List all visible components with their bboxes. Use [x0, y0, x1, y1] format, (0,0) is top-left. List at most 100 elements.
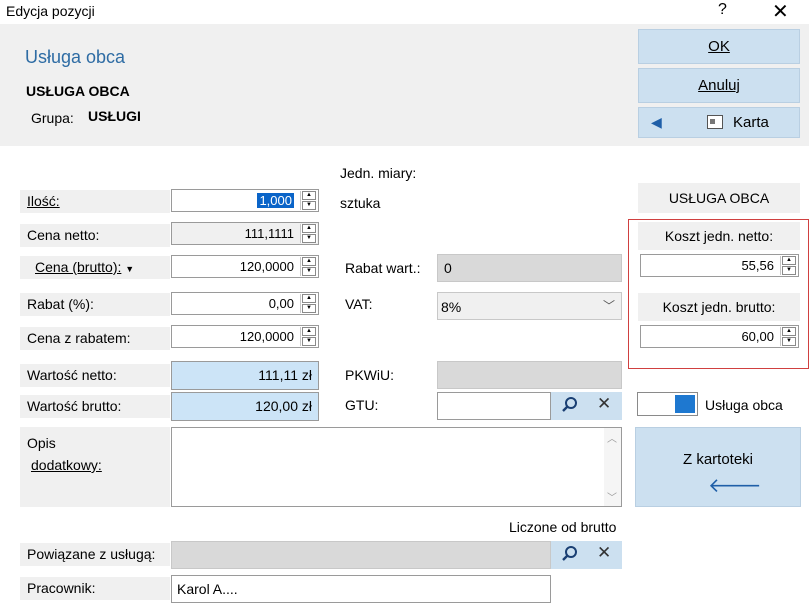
spin-up-icon[interactable]: ▲	[782, 327, 796, 336]
vat-label: VAT:	[345, 296, 373, 312]
quantity-label-text: Ilość:	[27, 193, 60, 209]
net-unit-cost-input[interactable]: 55,56 ▲ ▼	[640, 254, 799, 277]
employee-field[interactable]: Karol A....	[171, 575, 551, 603]
description-label-1: Opis	[27, 435, 56, 451]
gross-value-label: Wartość brutto:	[20, 395, 170, 418]
gtu-actions: ✕	[551, 392, 622, 420]
net-unit-cost-label: Koszt jedn. netto:	[638, 222, 800, 250]
ok-button-label: OK	[708, 38, 730, 55]
pkwiu-field	[437, 361, 622, 389]
linked-service-label: Powiązane z usługą:	[20, 543, 170, 566]
spin-down-icon[interactable]: ▼	[782, 337, 796, 346]
gross-value-value: 120,00 zł	[255, 398, 312, 414]
search-icon[interactable]	[561, 545, 579, 566]
spin-down-icon[interactable]: ▼	[302, 201, 316, 210]
net-price-label: Cena netto:	[20, 224, 170, 247]
unit-value: sztuka	[340, 195, 381, 211]
spin-up-icon[interactable]: ▲	[302, 294, 316, 303]
quantity-label: Ilość:	[20, 190, 170, 213]
cost-heading: USŁUGA OBCA	[638, 183, 800, 213]
clear-icon[interactable]: ✕	[597, 394, 611, 414]
toggle-knob	[675, 395, 695, 413]
spin-up-icon[interactable]: ▲	[302, 224, 316, 233]
quantity-input[interactable]: 1,000 ▲ ▼	[171, 189, 319, 212]
help-button[interactable]: ?	[718, 1, 727, 19]
linked-service-field	[171, 541, 551, 569]
employee-label: Pracownik:	[20, 577, 170, 600]
vat-select[interactable]: 8% ﹀	[437, 292, 622, 320]
card-button-label: Karta	[733, 114, 769, 131]
gross-price-label: Cena (brutto):	[35, 259, 122, 275]
spin-down-icon[interactable]: ▼	[302, 267, 316, 276]
scroll-down-icon[interactable]: ﹀	[607, 489, 617, 504]
gross-price-input[interactable]: 120,0000 ▲ ▼	[171, 255, 319, 278]
price-after-discount-value: 120,0000	[239, 329, 294, 344]
spin-down-icon[interactable]: ▼	[782, 266, 796, 275]
employee-value: Karol A....	[177, 581, 238, 597]
arrow-left-icon: ◀	[651, 114, 662, 130]
card-button[interactable]: ◀ Karta	[638, 107, 800, 138]
price-after-discount-label: Cena z rabatem:	[20, 327, 170, 350]
gtu-label: GTU:	[345, 397, 379, 413]
search-icon[interactable]	[561, 396, 579, 417]
spin-up-icon[interactable]: ▲	[302, 327, 316, 336]
quantity-value: 1,000	[257, 193, 294, 208]
gross-unit-cost-spinner[interactable]: ▲ ▼	[780, 327, 797, 346]
net-price-spinner[interactable]: ▲ ▼	[300, 224, 317, 243]
vat-value: 8%	[441, 299, 462, 315]
net-price-input[interactable]: 111,1111 ▲ ▼	[171, 222, 319, 245]
price-after-discount-spinner[interactable]: ▲ ▼	[300, 327, 317, 346]
scroll-up-icon[interactable]: ︿	[607, 430, 617, 445]
description-scrollbar[interactable]: ︿ ﹀	[604, 428, 621, 506]
gtu-input[interactable]	[437, 392, 551, 420]
discount-value-text: 0	[444, 260, 452, 276]
spin-down-icon[interactable]: ▼	[302, 304, 316, 313]
external-service-label: Usługa obca	[705, 397, 783, 413]
discount-pct-spinner[interactable]: ▲ ▼	[300, 294, 317, 313]
gross-price-value: 120,0000	[239, 259, 294, 274]
gross-value-field: 120,00 zł	[171, 392, 319, 421]
description-label-cell: Opis dodatkowy:	[20, 427, 170, 507]
net-unit-cost-value: 55,56	[741, 258, 774, 273]
group-value: USŁUGI	[88, 108, 141, 124]
spin-up-icon[interactable]: ▲	[782, 256, 796, 265]
unit-label: Jedn. miary:	[340, 165, 417, 181]
discount-pct-input[interactable]: 0,00 ▲ ▼	[171, 292, 319, 315]
ok-button[interactable]: OK	[638, 29, 800, 64]
linked-service-actions: ✕	[551, 541, 622, 569]
clear-icon[interactable]: ✕	[597, 543, 611, 563]
from-catalog-label: Z kartoteki	[682, 451, 754, 468]
calc-note: Liczone od brutto	[509, 519, 617, 535]
quantity-spinner[interactable]: ▲ ▼	[300, 191, 317, 210]
spin-up-icon[interactable]: ▲	[302, 191, 316, 200]
net-value-label: Wartość netto:	[20, 364, 170, 387]
discount-pct-value: 0,00	[268, 296, 294, 311]
arrow-left-icon: 🡐	[708, 475, 762, 497]
gross-price-spinner[interactable]: ▲ ▼	[300, 257, 317, 276]
from-catalog-button[interactable]: Z kartoteki 🡐	[635, 427, 801, 507]
cancel-button[interactable]: Anuluj	[638, 68, 800, 103]
net-unit-cost-spinner[interactable]: ▲ ▼	[780, 256, 797, 275]
spin-down-icon[interactable]: ▼	[302, 234, 316, 243]
discount-pct-label: Rabat (%):	[20, 293, 170, 316]
gross-unit-cost-input[interactable]: 60,00 ▲ ▼	[640, 325, 799, 348]
window-title: Edycja pozycji	[6, 3, 95, 19]
pkwiu-label: PKWiU:	[345, 367, 394, 383]
gross-unit-cost-label: Koszt jedn. brutto:	[638, 293, 800, 321]
spin-down-icon[interactable]: ▼	[302, 337, 316, 346]
group-label: Grupa:	[31, 110, 74, 126]
external-service-toggle[interactable]	[637, 392, 698, 416]
description-label-2: dodatkowy:	[31, 457, 102, 473]
card-icon	[707, 115, 723, 129]
title-bar: Edycja pozycji ? ✕	[0, 0, 809, 24]
item-name: USŁUGA OBCA	[26, 83, 130, 99]
spin-up-icon[interactable]: ▲	[302, 257, 316, 266]
net-price-value: 111,1111	[244, 226, 294, 241]
gross-price-selector[interactable]: Cena (brutto): ▼	[20, 256, 170, 279]
close-button[interactable]: ✕	[772, 0, 789, 24]
gross-unit-cost-value: 60,00	[741, 329, 774, 344]
net-value-value: 111,11 zł	[258, 367, 312, 383]
price-after-discount-input[interactable]: 120,0000 ▲ ▼	[171, 325, 319, 348]
description-textarea[interactable]: ︿ ﹀	[171, 427, 622, 507]
net-value-field: 111,11 zł	[171, 361, 319, 390]
